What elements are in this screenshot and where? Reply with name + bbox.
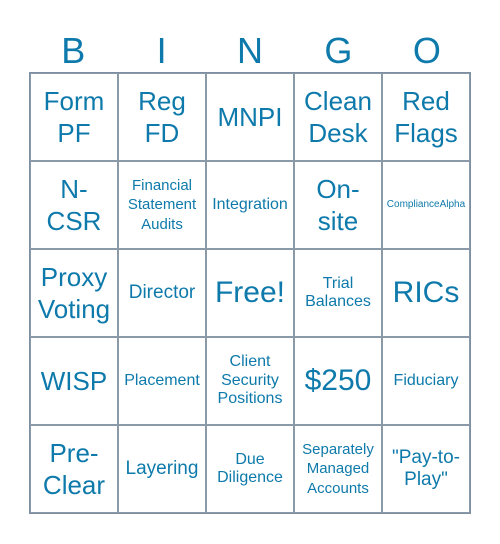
bingo-cell[interactable]: MNPI	[206, 73, 294, 161]
free-space-cell[interactable]: Free!	[206, 249, 294, 337]
header-letter-b: B	[61, 30, 86, 71]
bingo-cell[interactable]: Financial Statement Audits	[118, 161, 206, 249]
bingo-cell[interactable]: Fiduciary	[382, 337, 470, 425]
bingo-cell[interactable]: Form PF	[30, 73, 118, 161]
header-letter-i: I	[156, 30, 167, 71]
bingo-cell[interactable]: N-CSR	[30, 161, 118, 249]
header-letter-o: O	[412, 30, 441, 71]
bingo-header: B I N G O	[29, 30, 471, 72]
bingo-cell[interactable]: Client Security Positions	[206, 337, 294, 425]
bingo-cell[interactable]: Placement	[118, 337, 206, 425]
bingo-cell[interactable]: ComplianceAlpha	[382, 161, 470, 249]
header-letter-g: G	[324, 30, 353, 71]
bingo-cell[interactable]: "Pay-to-Play"	[382, 425, 470, 513]
bingo-cell[interactable]: Director	[118, 249, 206, 337]
bingo-cell[interactable]: Clean Desk	[294, 73, 382, 161]
bingo-cell[interactable]: Due Diligence	[206, 425, 294, 513]
bingo-cell[interactable]: Separately Managed Accounts	[294, 425, 382, 513]
bingo-cell[interactable]: Integration	[206, 161, 294, 249]
bingo-cell[interactable]: On-site	[294, 161, 382, 249]
bingo-cell[interactable]: Reg FD	[118, 73, 206, 161]
bingo-cell[interactable]: $250	[294, 337, 382, 425]
bingo-cell[interactable]: Pre-Clear	[30, 425, 118, 513]
header-letter-n: N	[237, 30, 264, 71]
bingo-grid: Form PF Reg FD MNPI Clean Desk Red Flags…	[29, 72, 471, 514]
bingo-cell[interactable]: WISP	[30, 337, 118, 425]
bingo-cell[interactable]: RICs	[382, 249, 470, 337]
bingo-cell[interactable]: Proxy Voting	[30, 249, 118, 337]
bingo-cell[interactable]: Trial Balances	[294, 249, 382, 337]
bingo-cell[interactable]: Layering	[118, 425, 206, 513]
bingo-cell[interactable]: Red Flags	[382, 73, 470, 161]
